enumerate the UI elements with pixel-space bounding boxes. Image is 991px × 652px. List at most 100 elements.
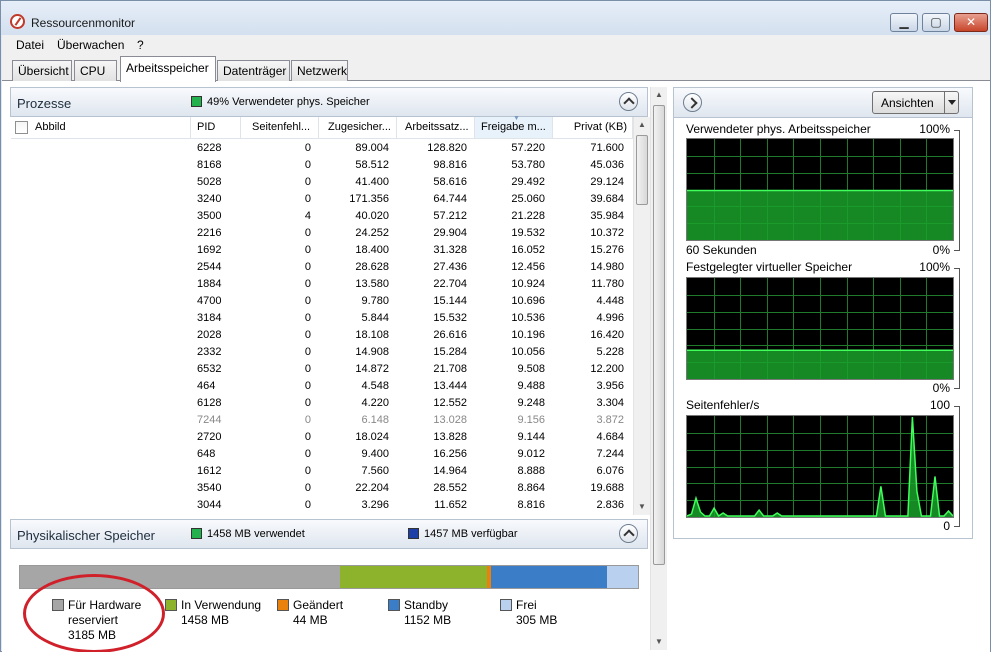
views-dropdown[interactable]: Ansichten: [872, 91, 959, 114]
tab-uebersicht[interactable]: Übersicht: [12, 60, 72, 81]
table-row[interactable]: 1612 0 7.560 14.964 8.888 6.076: [11, 463, 633, 480]
legend-text: In Verwendung 1458 MB: [181, 598, 261, 628]
cell-share: 12.456: [511, 261, 545, 273]
cell-faults: 0: [304, 227, 311, 239]
physical-available-stat: 1457 MB verfügbar: [424, 528, 518, 540]
minimize-button[interactable]: ▁: [890, 13, 918, 32]
column-pid[interactable]: PID: [191, 117, 241, 139]
cell-ws: 11.652: [434, 499, 467, 511]
column-zugesichert[interactable]: Zugesicher...: [319, 117, 397, 139]
tab-arbeitsspeicher[interactable]: Arbeitsspeicher: [120, 56, 216, 82]
cell-commit: 58.512: [355, 159, 389, 171]
table-row[interactable]: 3540 0 22.204 28.552 8.864 19.688: [11, 480, 633, 497]
graph-title: Verwendeter phys. Arbeitsspeicher: [686, 122, 871, 136]
scrollbar-thumb[interactable]: [653, 105, 665, 565]
scroll-down-icon[interactable]: ▼: [651, 634, 667, 650]
processes-header[interactable]: Prozesse 49% Verwendeter phys. Speicher: [10, 87, 648, 117]
table-row[interactable]: 2216 0 24.252 29.904 19.532 10.372: [11, 225, 633, 242]
cell-pid: 2544: [197, 261, 222, 273]
cell-pid: 1884: [197, 278, 222, 290]
table-row[interactable]: 3240 0 171.356 64.744 25.060 39.684: [11, 191, 633, 208]
legend-value: 1458 MB: [181, 613, 230, 627]
column-seitenfehler[interactable]: Seitenfehl...: [241, 117, 319, 139]
table-row[interactable]: 7244 0 6.148 13.028 9.156 3.872: [11, 412, 633, 429]
cell-ws: 128.820: [427, 142, 467, 154]
cell-faults: 0: [304, 380, 311, 392]
cell-commit: 9.400: [361, 448, 389, 460]
table-row[interactable]: 8168 0 58.512 98.816 53.780 45.036: [11, 157, 633, 174]
table-row[interactable]: 464 0 4.548 13.444 9.488 3.956: [11, 378, 633, 395]
physical-memory-header[interactable]: Physikalischer Speicher 1458 MB verwende…: [10, 519, 648, 549]
table-row[interactable]: 5028 0 41.400 58.616 29.492 29.124: [11, 174, 633, 191]
legend-label: Geändert: [293, 598, 344, 612]
table-row[interactable]: 6128 0 4.220 12.552 9.248 3.304: [11, 395, 633, 412]
tab-cpu[interactable]: CPU: [74, 60, 117, 81]
table-row[interactable]: 2332 0 14.908 15.284 10.056 5.228: [11, 344, 633, 361]
table-row[interactable]: 3500 4 40.020 57.212 21.228 35.984: [11, 208, 633, 225]
table-row[interactable]: 4700 0 9.780 15.144 10.696 4.448: [11, 293, 633, 310]
table-row[interactable]: 3184 0 5.844 15.532 10.536 4.996: [11, 310, 633, 327]
column-freigabe[interactable]: ▼ Freigabe m...: [475, 115, 553, 139]
cell-pid: 2332: [197, 346, 222, 358]
menu-datei[interactable]: Datei: [16, 38, 44, 52]
cell-commit: 13.580: [355, 278, 389, 290]
cell-faults: 0: [304, 193, 311, 205]
table-row[interactable]: 2028 0 18.108 26.616 10.196 16.420: [11, 327, 633, 344]
graph-svg: [687, 416, 953, 517]
close-button[interactable]: ✕: [954, 13, 988, 32]
legend-value: 44 MB: [293, 613, 328, 627]
table-row[interactable]: 2720 0 18.024 13.828 9.144 4.684: [11, 429, 633, 446]
cell-pid: 2720: [197, 431, 222, 443]
scroll-up-icon[interactable]: ▲: [651, 87, 667, 103]
column-arbeitssatz[interactable]: Arbeitssatz...: [397, 117, 475, 139]
scroll-down-icon[interactable]: ▼: [634, 499, 650, 515]
legend-text: Standby 1152 MB: [404, 598, 451, 628]
maximize-button[interactable]: ▢: [922, 13, 950, 32]
cell-commit: 171.356: [349, 193, 389, 205]
menu-ueberwachen[interactable]: Überwachen: [57, 38, 124, 52]
cell-faults: 0: [304, 142, 311, 154]
table-row[interactable]: 1884 0 13.580 22.704 10.924 11.780: [11, 276, 633, 293]
physical-used-stat: 1458 MB verwendet: [207, 528, 305, 540]
tab-bar: Übersicht CPU Arbeitsspeicher Datenträge…: [2, 54, 990, 82]
cell-ws: 29.904: [433, 227, 467, 239]
cell-pid: 3044: [197, 499, 222, 511]
cell-share: 9.156: [517, 414, 545, 426]
cell-ws: 15.144: [433, 295, 467, 307]
select-all-checkbox[interactable]: [15, 121, 28, 134]
collapse-physical-icon[interactable]: [619, 524, 638, 543]
collapse-processes-icon[interactable]: [619, 92, 638, 111]
dropdown-arrow-icon[interactable]: [944, 92, 958, 113]
cell-ws: 26.616: [433, 329, 467, 341]
series-area: [687, 190, 953, 240]
cell-faults: 0: [304, 176, 311, 188]
tab-datentraeger[interactable]: Datenträger: [217, 60, 290, 81]
scroll-up-icon[interactable]: ▲: [634, 117, 650, 133]
table-row[interactable]: 6228 0 89.004 128.820 57.220 71.600: [11, 140, 633, 157]
process-scrollbar[interactable]: ▲ ▼: [633, 117, 650, 515]
table-row[interactable]: 2544 0 28.628 27.436 12.456 14.980: [11, 259, 633, 276]
cell-ws: 31.328: [433, 244, 467, 256]
cell-priv: 14.980: [590, 261, 624, 273]
table-row[interactable]: 6532 0 14.872 21.708 9.508 12.200: [11, 361, 633, 378]
cell-share: 57.220: [511, 142, 545, 154]
cell-priv: 4.996: [596, 312, 624, 324]
column-abbild[interactable]: Abbild: [11, 117, 191, 139]
legend-label: Frei: [516, 598, 537, 612]
cell-faults: 0: [304, 431, 311, 443]
table-row[interactable]: 648 0 9.400 16.256 9.012 7.244: [11, 446, 633, 463]
left-pane-scrollbar[interactable]: ▲ ▼: [650, 87, 667, 650]
tab-netzwerk[interactable]: Netzwerk: [291, 60, 348, 81]
cell-share: 16.052: [511, 244, 545, 256]
cell-priv: 19.688: [590, 482, 624, 494]
menu-help[interactable]: ?: [137, 38, 144, 52]
cell-pid: 6128: [197, 397, 222, 409]
column-privat[interactable]: Privat (KB): [553, 117, 633, 139]
cell-commit: 18.108: [355, 329, 389, 341]
expand-panel-icon[interactable]: [683, 93, 702, 112]
table-row[interactable]: 1692 0 18.400 31.328 16.052 15.276: [11, 242, 633, 259]
red-annotation-circle: [23, 574, 165, 652]
table-row[interactable]: 3044 0 3.296 11.652 8.816 2.836: [11, 497, 633, 514]
cell-share: 9.144: [517, 431, 545, 443]
scrollbar-thumb[interactable]: [636, 135, 648, 205]
